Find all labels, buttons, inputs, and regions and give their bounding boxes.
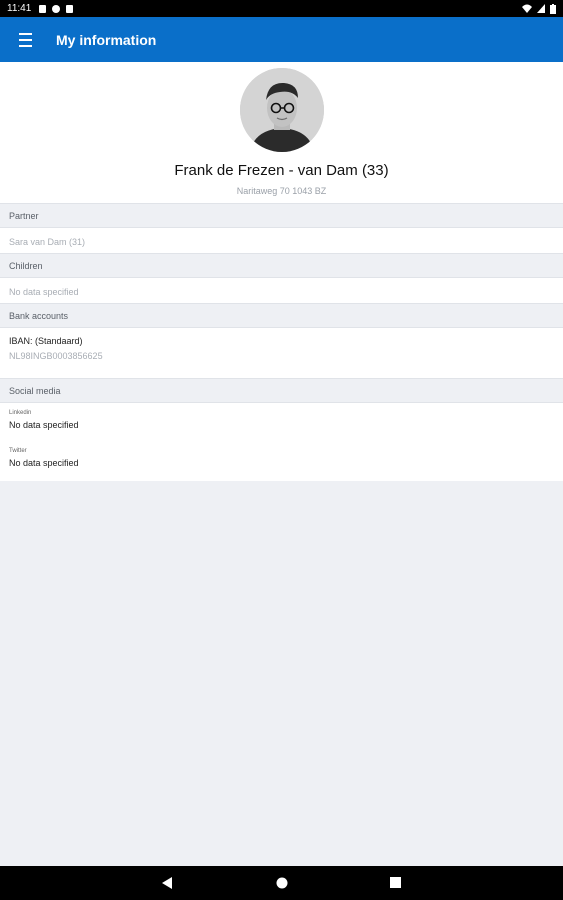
avatar [240, 68, 324, 152]
twitter-value: No data specified [9, 458, 79, 468]
status-time: 11:41 [7, 3, 32, 14]
menu-icon[interactable] [19, 32, 39, 47]
twitter-label: Twitter [9, 448, 27, 454]
profile-address: Naritaweg 70 1043 BZ [236, 186, 327, 196]
profile-header: Frank de Frezen - van Dam (33) Naritaweg… [0, 62, 563, 203]
home-icon[interactable] [276, 877, 288, 889]
back-icon[interactable] [161, 877, 173, 889]
avatar-photo [240, 68, 324, 152]
notification-icon [39, 4, 47, 13]
status-bar: 11:41 [0, 0, 563, 17]
page-title: My information [56, 31, 157, 48]
bank-account-row[interactable]: IBAN: (Standaard) NL98INGB0003856625 [0, 328, 563, 378]
bank-accounts-header: Bank accounts [0, 303, 563, 328]
bank-accounts-section: Bank accounts IBAN: (Standaard) NL98INGB… [0, 303, 563, 378]
children-row[interactable]: No data specified [0, 278, 563, 303]
linkedin-value: No data specified [9, 420, 79, 430]
iban-label: IBAN: (Standaard) [9, 336, 83, 346]
partner-header: Partner [0, 203, 563, 228]
iban-value: NL98INGB0003856625 [9, 351, 103, 361]
app-bar: My information [0, 17, 563, 62]
children-value: No data specified [9, 287, 79, 297]
sd-card-icon [66, 4, 74, 13]
profile-name: Frank de Frezen - van Dam (33) [174, 162, 389, 179]
social-media-section: Social media Linkedin No data specified … [0, 378, 563, 481]
linkedin-row[interactable]: Linkedin No data specified [9, 410, 563, 448]
system-nav-bar [0, 866, 563, 900]
children-header: Children [0, 253, 563, 278]
battery-icon [550, 3, 556, 14]
app-notification-icon [52, 4, 61, 13]
twitter-row[interactable]: Twitter No data specified [9, 448, 563, 468]
children-section: Children No data specified [0, 253, 563, 303]
social-media-header: Social media [0, 378, 563, 403]
partner-row[interactable]: Sara van Dam (31) [0, 228, 563, 253]
social-media-body: Linkedin No data specified Twitter No da… [0, 403, 563, 481]
linkedin-label: Linkedin [9, 410, 32, 416]
wifi-icon [522, 4, 532, 13]
partner-value: Sara van Dam (31) [9, 237, 86, 247]
status-icons [522, 3, 556, 14]
partner-section: Partner Sara van Dam (31) [0, 203, 563, 253]
signal-icon [537, 4, 545, 13]
recents-icon[interactable] [390, 877, 401, 888]
